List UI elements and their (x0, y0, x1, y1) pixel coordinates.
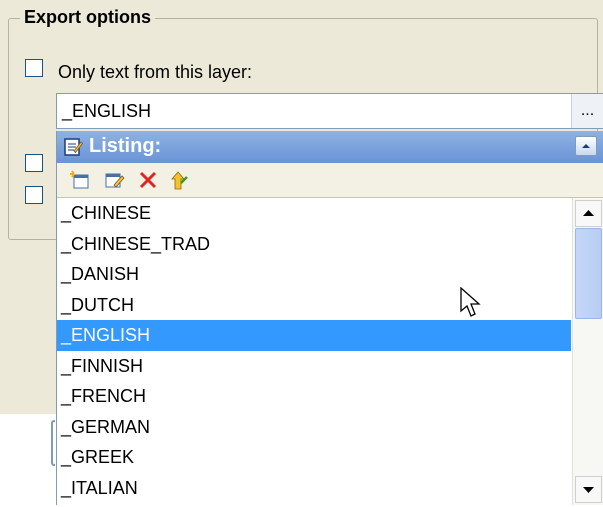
new-item-icon[interactable] (69, 169, 91, 191)
list-item[interactable]: _CHINESE (57, 198, 571, 229)
chevron-up-icon (582, 144, 590, 148)
list-item[interactable]: _GERMAN (57, 412, 571, 443)
popup-toolbar (57, 163, 603, 198)
mouse-cursor-icon (460, 287, 481, 317)
scroll-thumb[interactable] (575, 228, 602, 319)
arrow-up-icon (583, 210, 594, 216)
list-item[interactable]: _DUTCH (57, 290, 571, 321)
option-checkbox-3[interactable] (25, 186, 43, 204)
collapse-button[interactable] (575, 136, 597, 156)
layer-field[interactable]: _ENGLISH (56, 93, 603, 129)
list-scrollbar[interactable] (572, 198, 603, 505)
listing-list[interactable]: _CHINESE _CHINESE_TRAD _DANISH _DUTCH _ENGLI… (57, 198, 571, 505)
option-checkbox-2[interactable] (25, 154, 43, 172)
delete-icon[interactable] (137, 169, 159, 191)
popup-title: Listing: (89, 135, 162, 157)
list-item[interactable]: _FINNISH (57, 351, 571, 382)
layer-field-value: _ENGLISH (62, 101, 152, 121)
notepad-icon (64, 138, 83, 156)
scroll-up-button[interactable] (575, 200, 602, 227)
list-item[interactable]: _ENGLISH (57, 320, 571, 351)
browse-button[interactable]: ... (571, 94, 603, 128)
list-item[interactable]: _GREEK (57, 442, 571, 473)
list-item[interactable]: _CHINESE_TRAD (57, 229, 571, 260)
list-item[interactable]: _FRENCH (57, 381, 571, 412)
partial-control (51, 420, 55, 466)
group-title: Export options (20, 7, 155, 28)
only-text-layer-label: Only text from this layer: (58, 62, 253, 82)
edit-icon[interactable] (103, 169, 125, 191)
arrow-down-icon (583, 487, 594, 493)
only-text-layer-checkbox[interactable] (25, 59, 43, 77)
popup-header: Listing: (57, 131, 603, 163)
listing-popup: Listing: _CHINESE _CHINESE_TRAD _DANISH _DU… (56, 131, 603, 505)
scroll-down-button[interactable] (575, 476, 602, 503)
list-item[interactable]: _DANISH (57, 259, 571, 290)
list-item[interactable]: _ITALIAN (57, 473, 571, 504)
move-up-icon[interactable] (169, 169, 191, 191)
